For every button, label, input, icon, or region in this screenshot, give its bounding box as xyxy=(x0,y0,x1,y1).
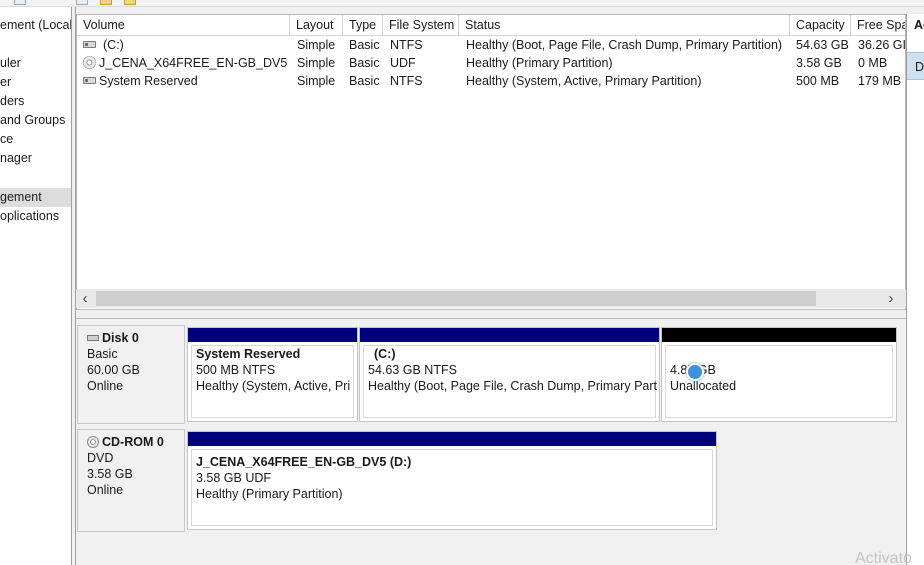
horizontal-scrollbar[interactable]: ‹ › xyxy=(76,289,906,308)
partition-system-reserved[interactable]: System Reserved 500 MB NTFS Healthy (Sys… xyxy=(187,327,358,422)
partition-size: 500 MB NTFS xyxy=(196,363,276,377)
partition-c-drive[interactable]: (C:) 54.63 GB NTFS Healthy (Boot, Page F… xyxy=(359,327,660,422)
primary-partition-bar xyxy=(188,432,716,446)
column-header-volume[interactable]: Volume xyxy=(77,15,290,36)
volume-file-system: NTFS xyxy=(390,38,423,52)
hard-drive-icon xyxy=(83,41,96,48)
column-header-status[interactable]: Status xyxy=(459,15,790,36)
unallocated-bar xyxy=(662,328,896,342)
primary-partition-bar xyxy=(360,328,659,342)
dvd-disc-icon xyxy=(83,56,96,69)
hard-disk-icon xyxy=(87,335,99,341)
partition-status: Healthy (Boot, Page File, Crash Dump, Pr… xyxy=(368,379,657,393)
table-row[interactable]: J_CENA_X64FREE_EN-GB_DV5 (D:) Simple Bas… xyxy=(77,54,905,72)
column-header-capacity[interactable]: Capacity xyxy=(790,15,851,36)
volume-file-system: NTFS xyxy=(390,74,423,88)
disk-size: 60.00 GB xyxy=(87,363,140,377)
actions-pane: Ac D xyxy=(906,14,924,565)
column-header-layout[interactable]: Layout xyxy=(290,15,343,36)
scroll-right-arrow-icon[interactable]: › xyxy=(882,289,900,308)
mouse-cursor-icon xyxy=(686,363,704,381)
volume-capacity: 500 MB xyxy=(796,74,840,88)
partition-d-drive[interactable]: J_CENA_X64FREE_EN-GB_DV5 (D:) 3.58 GB UD… xyxy=(187,431,717,530)
column-header-type[interactable]: Type xyxy=(343,15,383,36)
volume-capacity: 3.58 GB xyxy=(796,56,842,70)
tree-item-computer-management[interactable]: ement (Local xyxy=(0,16,71,35)
actions-item-disk-management[interactable]: D xyxy=(907,52,924,80)
disk-status: Online xyxy=(87,483,124,497)
volume-list: Volume Layout Type File System Status Ca… xyxy=(76,14,906,310)
volume-layout: Simple xyxy=(297,38,336,52)
volume-name: (C:) xyxy=(103,38,124,52)
toolbar-properties-icon[interactable] xyxy=(76,0,88,5)
primary-partition-bar xyxy=(188,328,357,342)
disk-name: CD-ROM 0 xyxy=(102,435,164,449)
toolbar-folder-icon[interactable] xyxy=(100,0,112,5)
disk-type: DVD xyxy=(87,451,114,465)
partition-status: Healthy (Primary Partition) xyxy=(196,487,343,501)
tree-item-performance[interactable]: ce xyxy=(0,130,13,149)
toolbar xyxy=(0,0,924,7)
volume-status: Healthy (System, Active, Primary Partiti… xyxy=(466,74,702,88)
disk-status: Online xyxy=(87,379,124,393)
partition-name: J_CENA_X64FREE_EN-GB_DV5 (D:) xyxy=(196,455,412,469)
volume-free-space: 36.26 GI xyxy=(858,38,906,52)
tree-item-services-and-applications[interactable]: oplications xyxy=(0,207,59,226)
column-header-free-space[interactable]: Free Spa xyxy=(851,15,905,36)
volume-type: Basic xyxy=(349,74,380,88)
volume-free-space: 0 MB xyxy=(858,56,888,70)
volume-capacity: 54.63 GB xyxy=(796,38,849,52)
disk-graphical-view: Disk 0 Basic 60.00 GB Online System Rese… xyxy=(76,318,906,565)
partition-name: (C:) xyxy=(374,347,396,361)
tree-item-device-manager[interactable]: nager xyxy=(0,149,32,168)
tree-item-local-users-and-groups[interactable]: and Groups xyxy=(0,111,65,130)
volume-name: System Reserved xyxy=(99,74,198,88)
tree-item-shared-folders[interactable]: ders xyxy=(0,92,24,111)
scrollbar-thumb[interactable] xyxy=(96,291,816,306)
actions-pane-header: Ac xyxy=(914,18,924,32)
partition-size: 54.63 GB NTFS xyxy=(368,363,457,377)
scroll-left-arrow-icon[interactable]: ‹ xyxy=(76,289,94,308)
disk-size: 3.58 GB xyxy=(87,467,133,481)
volume-name: J_CENA_X64FREE_EN-GB_DV5 (D:) xyxy=(99,56,289,70)
tree-item-disk-management[interactable]: gement xyxy=(0,188,71,207)
cd-drive-icon xyxy=(87,436,99,448)
table-row[interactable]: (C:) Simple Basic NTFS Healthy (Boot, Pa… xyxy=(77,36,906,54)
volume-free-space: 179 MB xyxy=(858,74,902,88)
hard-drive-icon xyxy=(83,77,96,84)
partition-size: 3.58 GB UDF xyxy=(196,471,272,485)
disk-name: Disk 0 xyxy=(102,331,139,345)
volume-status: Healthy (Boot, Page File, Crash Dump, Pr… xyxy=(466,38,783,52)
table-row[interactable]: System Reserved Simple Basic NTFS Health… xyxy=(77,72,905,90)
partition-status: Unallocated xyxy=(670,379,737,393)
partition-status: Healthy (System, Active, Pri xyxy=(196,379,351,393)
navigation-tree: ement (Local uler er ders and Groups ce … xyxy=(0,7,71,565)
volume-file-system: UDF xyxy=(390,56,416,70)
volume-layout: Simple xyxy=(297,56,336,70)
disk-0-label[interactable]: Disk 0 Basic 60.00 GB Online xyxy=(77,325,185,424)
volume-status: Healthy (Primary Partition) xyxy=(466,56,613,70)
partition-name: System Reserved xyxy=(196,347,301,361)
volume-layout: Simple xyxy=(297,74,336,88)
volume-type: Basic xyxy=(349,56,380,70)
tree-item-event-viewer[interactable]: er xyxy=(0,73,11,92)
column-header-file-system[interactable]: File System xyxy=(383,15,459,36)
activation-watermark: Activato xyxy=(855,550,912,565)
toolbar-folder-up-icon[interactable] xyxy=(124,0,136,5)
volume-type: Basic xyxy=(349,38,380,52)
cdrom-0-label[interactable]: CD-ROM 0 DVD 3.58 GB Online xyxy=(77,429,185,532)
tree-item-task-scheduler[interactable]: uler xyxy=(0,54,21,73)
disk-type: Basic xyxy=(87,347,118,361)
toolbar-view-icon[interactable] xyxy=(14,0,26,5)
